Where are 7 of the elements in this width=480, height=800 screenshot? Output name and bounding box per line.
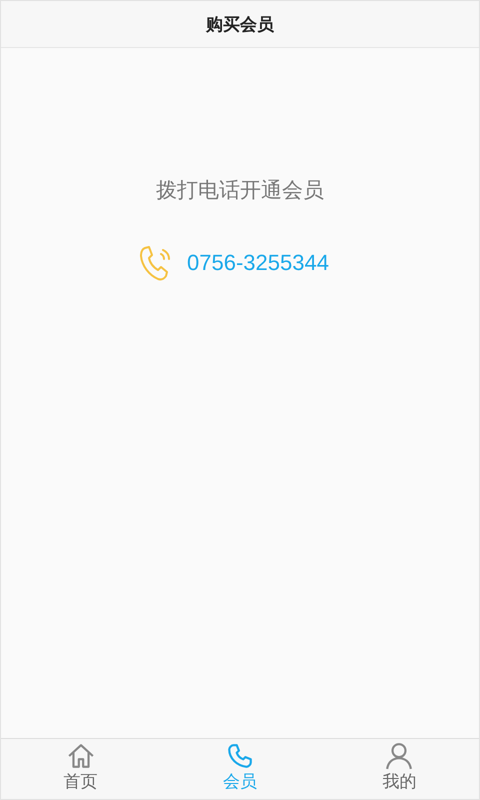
page-title: 购买会员 — [206, 14, 274, 36]
nav-tab[interactable]: 我的 — [320, 739, 479, 799]
call-heading: 拨打电话开通会员 — [156, 177, 324, 204]
phone-icon — [226, 742, 254, 770]
nav-tab[interactable]: 首页 — [1, 739, 160, 799]
home-icon — [66, 742, 95, 770]
user-icon — [385, 742, 414, 770]
